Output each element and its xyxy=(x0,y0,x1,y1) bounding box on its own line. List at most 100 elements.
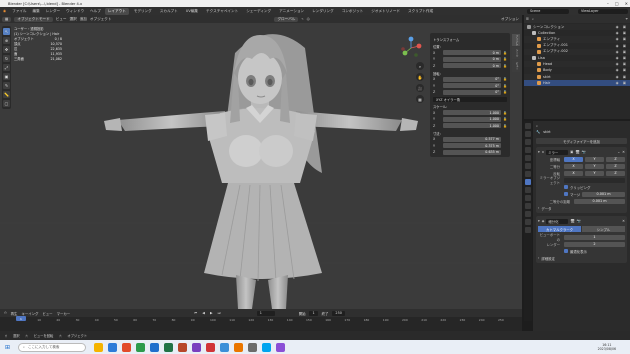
render-tab-icon[interactable] xyxy=(525,131,531,137)
render-camera-icon[interactable]: ▣ xyxy=(623,50,626,54)
play-controls[interactable]: ⏮ ◀ ▶ ⏭ xyxy=(194,311,223,315)
taskbar-app-icon[interactable] xyxy=(248,342,257,352)
modifier-menu-icon[interactable]: ⌄ xyxy=(617,150,620,154)
move-tool-icon[interactable]: ✥ xyxy=(3,46,10,53)
data-tab-icon[interactable] xyxy=(525,211,531,217)
dimension-x-field[interactable]: 0.577 m xyxy=(443,136,501,142)
menu-edit[interactable]: 編集 xyxy=(30,9,43,14)
menu-playback[interactable]: 再生 xyxy=(11,311,18,316)
workspace-tab-rendering[interactable]: レンダリング xyxy=(309,8,337,15)
workspace-tab-compositing[interactable]: コンポジット xyxy=(339,8,367,15)
tool-tab-icon[interactable] xyxy=(525,123,531,129)
render-camera-icon[interactable]: ▣ xyxy=(623,62,626,66)
rotation-x-field[interactable]: 0° xyxy=(443,76,501,82)
zoom-icon[interactable]: ⌕ xyxy=(416,62,424,70)
current-frame-field[interactable]: 1 xyxy=(256,310,275,316)
expand-icon[interactable]: ▾ xyxy=(538,219,540,223)
visibility-eye-icon[interactable]: ◉ xyxy=(616,50,619,54)
visibility-eye-icon[interactable]: ◉ xyxy=(616,75,619,79)
particles-tab-icon[interactable] xyxy=(525,187,531,193)
workspace-tab-uv[interactable]: UV編集 xyxy=(183,8,201,15)
lock-icon[interactable]: 🔓 xyxy=(503,117,507,121)
menu-object[interactable]: オブジェクト xyxy=(90,17,112,22)
workspace-tab-animation[interactable]: アニメーション xyxy=(276,8,307,15)
taskbar-app-icon[interactable] xyxy=(136,342,145,352)
merge-distance-field[interactable]: 0.001 m xyxy=(582,191,625,197)
start-frame-field[interactable]: 1 xyxy=(309,310,318,316)
viewport-visibility-icon[interactable]: 🖥 xyxy=(570,219,574,223)
viewport-options-button[interactable]: オプション xyxy=(501,17,519,22)
taskbar-app-icon[interactable] xyxy=(94,342,103,352)
filter-icon[interactable]: ⏷ xyxy=(625,17,628,21)
lock-icon[interactable]: 🔓 xyxy=(503,64,507,68)
taskbar-app-icon[interactable] xyxy=(276,342,285,352)
menu-keying[interactable]: キーイング xyxy=(21,311,38,316)
constraints-tab-icon[interactable] xyxy=(525,203,531,209)
transform-orientation-selector[interactable]: グローバル xyxy=(274,16,299,22)
workspace-tab-sculpt[interactable]: スカルプト xyxy=(157,8,181,15)
lock-icon[interactable]: 🔓 xyxy=(503,57,507,61)
lock-icon[interactable]: 🔓 xyxy=(503,51,507,55)
tab-view[interactable]: ビュー xyxy=(512,60,520,72)
render-camera-icon[interactable]: ▣ xyxy=(623,31,626,35)
simple-button[interactable]: シンプル xyxy=(582,226,625,232)
rotation-y-field[interactable]: 0° xyxy=(443,83,501,89)
menu-marker[interactable]: マーカー xyxy=(57,311,71,316)
scale-tool-icon[interactable]: ⤢ xyxy=(3,64,10,71)
add-modifier-button[interactable]: モディファイアーを追加 xyxy=(536,138,627,144)
viewport-levels-field[interactable]: 1 xyxy=(564,234,625,240)
taskbar-app-icon[interactable] xyxy=(164,342,173,352)
camera-view-icon[interactable]: 🎥 xyxy=(416,84,424,92)
lock-icon[interactable]: 🔓 xyxy=(503,111,507,115)
blender-logo-icon[interactable]: ◉ xyxy=(0,9,9,13)
visibility-eye-icon[interactable]: ◉ xyxy=(616,25,619,29)
view-layer-selector[interactable]: ViewLayer xyxy=(578,8,628,14)
data-section[interactable]: データ xyxy=(541,206,551,211)
location-y-field[interactable]: 0 m xyxy=(443,56,501,62)
taskbar-clock[interactable]: 16:11 2023/08/06 xyxy=(598,343,616,351)
bisect-z[interactable]: Z xyxy=(606,163,625,169)
modifier-delete-icon[interactable]: ✕ xyxy=(622,150,625,154)
proportional-edit-icon[interactable]: ◎ xyxy=(307,17,310,21)
menu-window[interactable]: ウィンドウ xyxy=(63,9,87,14)
taskbar-app-icon[interactable] xyxy=(192,342,201,352)
render-camera-icon[interactable]: ▣ xyxy=(623,44,626,48)
expand-icon[interactable]: ▾ xyxy=(538,150,540,154)
world-tab-icon[interactable] xyxy=(525,163,531,169)
visibility-eye-icon[interactable]: ◉ xyxy=(616,56,619,60)
menu-view[interactable]: ビュー xyxy=(56,17,67,22)
expand-icon[interactable]: › xyxy=(538,206,539,210)
location-z-field[interactable]: 0 m xyxy=(443,63,501,69)
render-camera-icon[interactable]: ▣ xyxy=(623,25,626,29)
annotate-tool-icon[interactable]: ✎ xyxy=(3,82,10,89)
taskbar-app-icon[interactable] xyxy=(122,342,131,352)
texture-tab-icon[interactable] xyxy=(525,227,531,233)
playhead[interactable]: 1 xyxy=(16,316,26,321)
editor-type-icon[interactable]: ▦ xyxy=(2,16,12,22)
pan-hand-icon[interactable]: ✋ xyxy=(416,73,424,81)
menu-timeline-view[interactable]: ビュー xyxy=(42,311,52,316)
lock-icon[interactable]: 🔓 xyxy=(503,84,507,88)
lock-icon[interactable]: 🔓 xyxy=(503,77,507,81)
advanced-section[interactable]: 詳細設定 xyxy=(541,256,555,261)
viewport-visibility-icon[interactable]: 🖥 xyxy=(575,150,579,154)
rotation-mode-selector[interactable]: XYZ オイラー角 xyxy=(433,97,507,102)
tab-item[interactable]: アイテム xyxy=(512,34,520,46)
material-tab-icon[interactable] xyxy=(525,219,531,225)
expand-icon[interactable]: › xyxy=(538,256,539,260)
perspective-toggle-icon[interactable]: ▦ xyxy=(416,95,424,103)
lock-icon[interactable]: 🔓 xyxy=(503,124,507,128)
maximize-icon[interactable]: □ xyxy=(615,1,619,6)
location-x-field[interactable]: 0 m xyxy=(443,50,501,56)
measure-tool-icon[interactable]: 📏 xyxy=(3,91,10,98)
scene-tab-icon[interactable] xyxy=(525,155,531,161)
editmode-icon[interactable]: ▣ xyxy=(570,150,573,154)
rotation-z-field[interactable]: 0° xyxy=(443,89,501,95)
workspace-tab-geonodes[interactable]: ジオメトリノード xyxy=(368,8,403,15)
flip-y[interactable]: Y xyxy=(585,170,604,176)
render-visibility-icon[interactable]: 📷 xyxy=(577,219,581,223)
workspace-tab-texture[interactable]: テクスチャペイント xyxy=(203,8,241,15)
menu-add[interactable]: 追加 xyxy=(80,17,87,22)
taskbar-app-icon[interactable] xyxy=(262,342,271,352)
tab-tool[interactable]: ツール xyxy=(512,47,520,59)
